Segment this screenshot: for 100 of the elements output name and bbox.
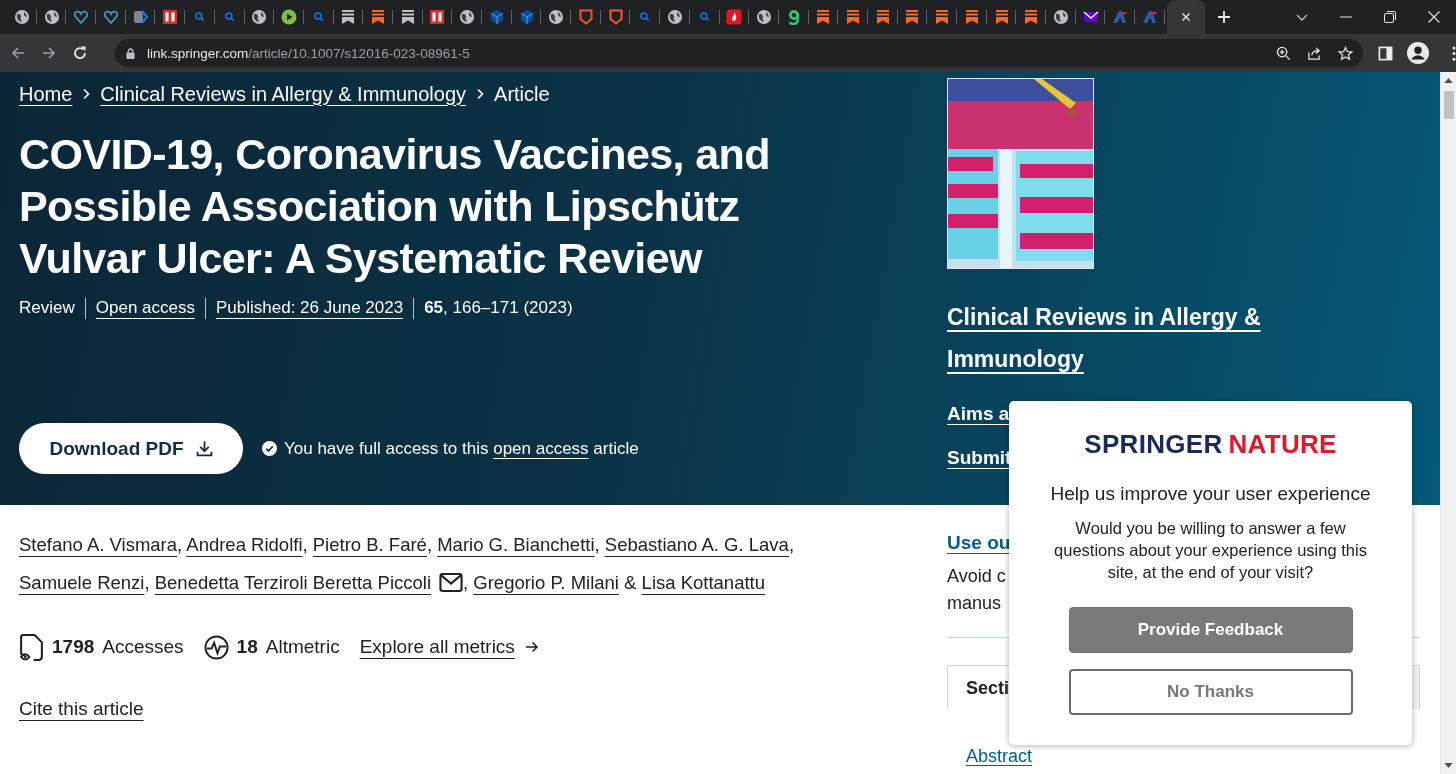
article-title: COVID-19, Coronavirus Vaccines, and Possible Association with Lipschütz Vulvar Ulcer: A Systematic Review — [19, 129, 771, 284]
bookmark-icon — [874, 9, 891, 25]
square-icon — [429, 9, 446, 25]
check-icon — [262, 441, 277, 456]
brand-logo: SPRINGER NATURE — [1084, 428, 1337, 460]
access-note: You have full access to this open access article — [284, 438, 639, 459]
meta-link[interactable]: Published: 26 June 2023 — [216, 297, 404, 319]
explore-metrics-link[interactable]: Explore all metrics — [359, 636, 539, 658]
share-icon[interactable] — [1307, 45, 1322, 61]
triangle-icon — [1112, 9, 1129, 25]
author-link[interactable]: Mario G. Bianchetti — [437, 534, 595, 555]
bookmark-icon — [399, 9, 416, 25]
sidebar-text: manus — [947, 592, 1003, 615]
journal-link[interactable]: Clinical Reviews in Allergy & Immunology — [947, 296, 1292, 380]
globe-icon — [459, 9, 476, 25]
section-link[interactable]: Abstract — [966, 746, 1033, 767]
author-link[interactable]: Samuele Renzi — [19, 572, 145, 593]
search-icon — [639, 11, 652, 23]
dialog-heading: Help us improve your user experience — [1050, 483, 1371, 505]
sidebar-link[interactable]: Use ou — [947, 532, 1011, 554]
reload-icon[interactable] — [72, 45, 88, 61]
lock-icon — [126, 47, 135, 59]
document-eye-icon — [19, 633, 44, 661]
envelope-icon — [1082, 9, 1099, 25]
close-icon[interactable] — [1428, 11, 1440, 23]
globe-icon — [251, 9, 268, 25]
dialog-text: Would you be willing to answer a few questions about your experience using this site, at the end of your visit? — [1053, 518, 1368, 583]
url-text: link.springer.com/article/10.1007/s12016-023-08961-5 — [147, 45, 470, 61]
dialog-button[interactable]: Provide Feedback — [1068, 607, 1353, 653]
bookmark-icon — [1023, 9, 1040, 25]
scroll-down-icon[interactable] — [1444, 763, 1453, 768]
metric-value: 18 — [236, 636, 258, 658]
bookmark-icon — [340, 9, 357, 25]
author-link[interactable]: Lisa Kottanattu — [641, 572, 765, 593]
forward-icon[interactable] — [41, 45, 57, 61]
author-link[interactable]: Pietro B. Faré — [312, 534, 427, 555]
author-link[interactable]: Sebastiano A. G. Lava — [604, 534, 789, 555]
download-icon — [195, 440, 213, 457]
sidebar-text: Avoid c — [947, 565, 1006, 588]
close-icon[interactable] — [1180, 12, 1191, 22]
breadcrumb-current: Article — [494, 82, 550, 106]
breadcrumb-link[interactable]: Home — [19, 82, 73, 106]
dialog-button[interactable]: No Thanks — [1068, 669, 1353, 715]
cube-icon — [488, 9, 505, 25]
search-icon — [312, 11, 325, 23]
envelope-icon[interactable] — [439, 573, 463, 592]
author-link[interactable]: Stefano A. Vismara — [19, 534, 178, 555]
bookmark-icon — [993, 9, 1010, 25]
star-icon[interactable] — [1338, 45, 1353, 61]
author-link[interactable]: Gregorio P. Milani — [473, 572, 619, 593]
scrollbar[interactable] — [1440, 72, 1456, 774]
author-list: Stefano A. Vismara, Andrea Ridolfi, Pietro B. Faré, Mario G. Bianchetti, Sebastiano A. G. Lava, Samuele Renzi, Benedetta Terziroli Beretta Piccoli , Gregorio P. Milani & Lisa Kottanattu — [19, 526, 869, 602]
meta-text: Review — [19, 297, 75, 319]
chevron-icon — [476, 88, 485, 100]
globe-icon — [43, 9, 60, 25]
cite-link[interactable]: Cite this article — [19, 698, 144, 720]
profile-icon[interactable] — [1407, 42, 1429, 64]
shield-icon — [577, 9, 594, 25]
scroll-up-icon[interactable] — [1444, 78, 1453, 83]
play-icon — [281, 9, 298, 25]
author-link[interactable]: Benedetta Terziroli Beretta Piccoli — [154, 572, 431, 593]
download-pdf-button[interactable]: Download PDF — [19, 423, 243, 474]
globe-icon — [666, 9, 683, 25]
menu-icon[interactable] — [1452, 45, 1456, 61]
search-icon — [193, 11, 206, 23]
open-access-link[interactable]: open access — [493, 438, 589, 458]
metric-value: 1798 — [52, 636, 95, 658]
triangle-icon — [1141, 9, 1158, 25]
search-icon — [223, 11, 236, 23]
author-link[interactable]: Andrea Ridolfi — [186, 534, 303, 555]
metric-label: Accesses — [102, 636, 184, 658]
side-panel-icon[interactable] — [1378, 45, 1393, 61]
zoom-icon[interactable] — [1276, 45, 1291, 61]
bookmark-icon — [904, 9, 921, 25]
meta-link[interactable]: Open access — [95, 297, 195, 319]
shield-icon — [607, 9, 624, 25]
globe-icon — [1052, 9, 1069, 25]
breadcrumb-link[interactable]: Clinical Reviews in Allergy & Immunology — [100, 82, 467, 106]
chevron-icon — [132, 9, 149, 25]
journal-nav-link[interactable]: Aims a — [947, 402, 1010, 426]
address-bar[interactable]: link.springer.com/article/10.1007/s12016-023-08961-5 — [115, 39, 1363, 67]
globe-icon — [13, 9, 30, 25]
bookmark-icon — [815, 9, 832, 25]
bookmark-icon — [370, 9, 387, 25]
metric-label: Altmetric — [265, 636, 340, 658]
bookmark-icon — [963, 9, 980, 25]
new-tab-icon[interactable] — [1216, 10, 1231, 24]
chevron-icon — [82, 88, 91, 100]
scrollbar-thumb[interactable] — [1443, 91, 1454, 119]
heart-icon — [102, 9, 119, 25]
restore-icon[interactable] — [1384, 11, 1396, 23]
meta-text: 65, 166–171 (2023) — [424, 297, 573, 319]
globe-icon — [548, 9, 565, 25]
globe-icon — [756, 9, 773, 25]
back-icon[interactable] — [10, 45, 26, 61]
flame-icon — [726, 9, 743, 25]
heart-icon — [73, 9, 90, 25]
search-icon — [698, 11, 711, 23]
arrow-icon — [524, 641, 539, 653]
bookmark-icon — [845, 9, 862, 25]
